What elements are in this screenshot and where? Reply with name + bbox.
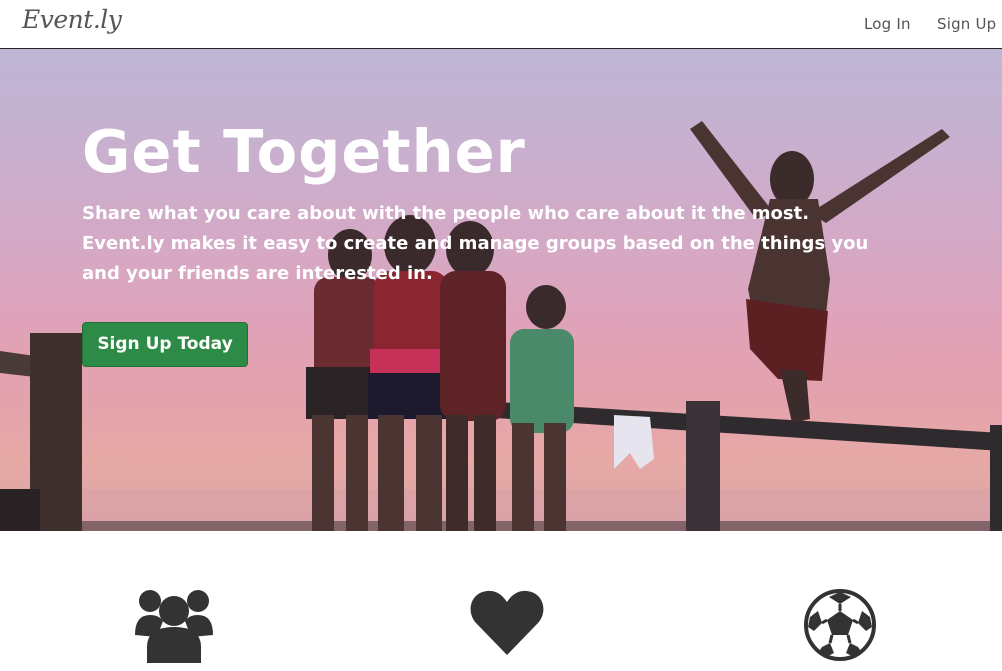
login-link[interactable]: Log In (864, 15, 911, 33)
signup-today-button[interactable]: Sign Up Today (82, 322, 248, 367)
hero-description: Share what you care about with the peopl… (82, 203, 869, 284)
hero-title: Get Together (82, 117, 526, 186)
hero-section: Get Together Share what you care about w… (0, 49, 1002, 531)
soccer-ball-icon (804, 589, 876, 661)
heart-icon (470, 590, 544, 655)
brand-logo[interactable]: Event.ly (22, 5, 122, 34)
navbar: Event.ly Log In Sign Up (0, 0, 1002, 49)
features-section (0, 531, 1002, 671)
signup-link[interactable]: Sign Up (937, 15, 996, 33)
users-icon (135, 590, 213, 663)
